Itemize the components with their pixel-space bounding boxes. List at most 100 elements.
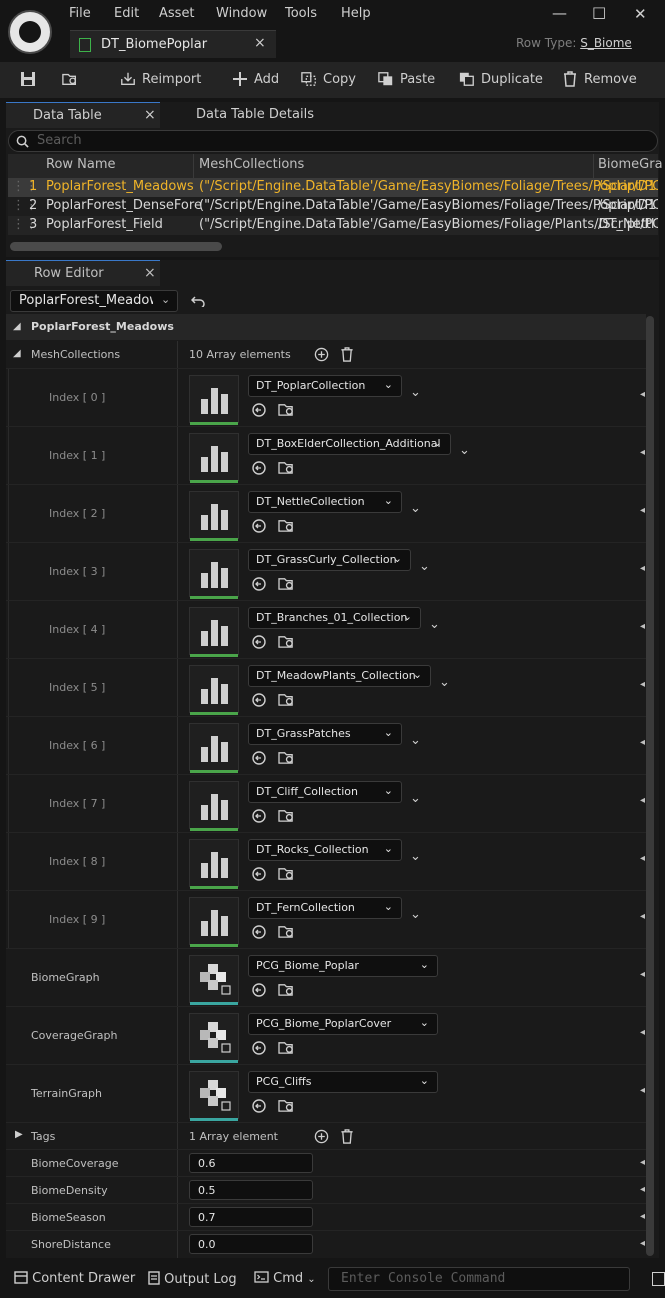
browse-asset-icon[interactable] (278, 634, 295, 649)
expand-chevron-icon[interactable]: ⌄ (410, 385, 421, 400)
use-selected-icon[interactable] (252, 925, 266, 939)
menu-help[interactable]: Help (341, 6, 371, 21)
use-selected-icon[interactable] (252, 693, 266, 707)
browse-asset-icon[interactable] (278, 518, 295, 533)
graph-thumbnail[interactable] (189, 1071, 239, 1121)
reset-arrow-icon[interactable]: ◂ (640, 621, 645, 632)
output-log-button[interactable]: Output Log (148, 1271, 237, 1287)
use-selected-icon[interactable] (252, 751, 266, 765)
reset-arrow-icon[interactable]: ◂ (640, 969, 645, 980)
expand-chevron-icon[interactable]: ⌄ (410, 907, 421, 922)
console-input[interactable]: Enter Console Command (328, 1267, 630, 1291)
trash-icon[interactable] (340, 347, 354, 362)
graph-picker-combo[interactable]: PCG_Biome_PoplarCover ⌄ (248, 1013, 438, 1035)
use-selected-icon[interactable] (252, 809, 266, 823)
close-window-icon[interactable]: ✕ (634, 5, 647, 23)
reset-arrow-icon[interactable]: ◂ (640, 853, 645, 864)
tab-data-table[interactable]: Data Table × (6, 102, 160, 128)
minimize-icon[interactable]: — (552, 4, 567, 22)
close-tab-icon[interactable]: × (144, 107, 156, 123)
tab-row-editor[interactable]: Row Editor × (6, 260, 160, 286)
source-control-icon[interactable] (652, 1272, 665, 1286)
content-drawer-button[interactable]: Content Drawer (14, 1271, 135, 1286)
add-element-icon[interactable] (314, 1129, 329, 1144)
search-input[interactable]: Search (8, 130, 658, 152)
graph-picker-combo[interactable]: PCG_Biome_Poplar ⌄ (248, 955, 438, 977)
reset-arrow-icon[interactable]: ◂ (640, 1211, 645, 1222)
reset-arrow-icon[interactable]: ◂ (640, 1085, 645, 1096)
asset-thumbnail[interactable] (189, 375, 239, 425)
menu-tools[interactable]: Tools (285, 6, 317, 21)
number-input[interactable]: 0.7 (189, 1207, 313, 1227)
menu-window[interactable]: Window (216, 6, 267, 21)
header-row-name[interactable]: Row Name (46, 157, 116, 172)
graph-thumbnail[interactable] (189, 955, 239, 1005)
expand-chevron-icon[interactable]: ⌄ (459, 443, 470, 458)
reset-arrow-icon[interactable]: ◂ (640, 1027, 645, 1038)
reset-arrow-icon[interactable]: ◂ (640, 1184, 645, 1195)
column-divider[interactable] (593, 154, 594, 178)
asset-picker-combo[interactable]: DT_MeadowPlants_Collection ⌄ (248, 665, 431, 687)
expand-chevron-icon[interactable]: ⌄ (410, 791, 421, 806)
add-element-icon[interactable] (314, 347, 329, 362)
number-input[interactable]: 0.6 (189, 1153, 313, 1173)
browse-asset-icon[interactable] (278, 924, 295, 939)
reset-arrow-icon[interactable]: ◂ (640, 505, 645, 516)
asset-thumbnail[interactable] (189, 723, 239, 773)
menu-asset[interactable]: Asset (159, 6, 195, 21)
cmd-dropdown[interactable]: Cmd ⌄ (254, 1271, 316, 1286)
expand-chevron-icon[interactable]: ⌄ (410, 733, 421, 748)
browse-button[interactable] (62, 71, 78, 87)
reset-arrow-icon[interactable]: ◂ (640, 795, 645, 806)
browse-asset-icon[interactable] (278, 808, 295, 823)
tab-data-table-details[interactable]: Data Table Details (164, 102, 324, 128)
use-selected-icon[interactable] (252, 1041, 266, 1055)
close-tab-icon[interactable]: × (254, 35, 266, 51)
collapse-triangle-icon[interactable]: ◢ (13, 321, 21, 332)
graph-picker-combo[interactable]: PCG_Cliffs ⌄ (248, 1071, 438, 1093)
expand-chevron-icon[interactable]: ⌄ (410, 849, 421, 864)
column-divider[interactable] (193, 154, 194, 178)
expand-chevron-icon[interactable]: ⌄ (419, 559, 430, 574)
use-selected-icon[interactable] (252, 1099, 266, 1113)
asset-thumbnail[interactable] (189, 549, 239, 599)
asset-thumbnail[interactable] (189, 897, 239, 947)
save-button[interactable] (20, 71, 36, 87)
asset-thumbnail[interactable] (189, 781, 239, 831)
asset-picker-combo[interactable]: DT_PoplarCollection ⌄ (248, 375, 402, 397)
horizontal-scrollbar[interactable] (10, 242, 222, 251)
asset-thumbnail[interactable] (189, 665, 239, 715)
browse-asset-icon[interactable] (278, 1098, 295, 1113)
browse-asset-icon[interactable] (278, 982, 295, 997)
asset-picker-combo[interactable]: DT_Rocks_Collection ⌄ (248, 839, 402, 861)
unreal-logo-icon[interactable] (8, 10, 52, 54)
use-selected-icon[interactable] (252, 577, 266, 591)
browse-asset-icon[interactable] (278, 460, 295, 475)
reset-arrow-icon[interactable]: ◂ (640, 563, 645, 574)
reset-arrow-icon[interactable]: ◂ (640, 1238, 645, 1249)
asset-picker-combo[interactable]: DT_BoxElderCollection_Additional ⌄ (248, 433, 451, 455)
add-button[interactable]: Add (232, 71, 279, 87)
menu-edit[interactable]: Edit (114, 6, 139, 21)
row-type-value[interactable]: S_Biome (580, 36, 632, 50)
reset-arrow-icon[interactable]: ◂ (640, 911, 645, 922)
asset-picker-combo[interactable]: DT_Branches_01_Collection ⌄ (248, 607, 421, 629)
expand-triangle-icon[interactable]: ◢ (13, 348, 21, 359)
duplicate-button[interactable]: Duplicate (459, 71, 543, 87)
expand-chevron-icon[interactable]: ⌄ (410, 501, 421, 516)
header-biome-graph[interactable]: BiomeGra (598, 157, 663, 172)
menu-file[interactable]: File (69, 6, 91, 21)
browse-asset-icon[interactable] (278, 576, 295, 591)
expand-chevron-icon[interactable]: ⌄ (439, 675, 450, 690)
reimport-button[interactable]: Reimport (120, 71, 201, 87)
asset-picker-combo[interactable]: DT_NettleCollection ⌄ (248, 491, 402, 513)
use-selected-icon[interactable] (252, 867, 266, 881)
asset-thumbnail[interactable] (189, 839, 239, 889)
copy-button[interactable]: Copy (301, 71, 356, 87)
use-selected-icon[interactable] (252, 635, 266, 649)
reset-arrow-icon[interactable]: ◂ (640, 1157, 645, 1168)
expand-chevron-icon[interactable]: ⌄ (429, 617, 440, 632)
use-selected-icon[interactable] (252, 519, 266, 533)
row-section-header[interactable]: ◢ PoplarForest_Meadows (6, 314, 646, 340)
document-tab[interactable]: DT_BiomePoplar × (70, 30, 276, 58)
